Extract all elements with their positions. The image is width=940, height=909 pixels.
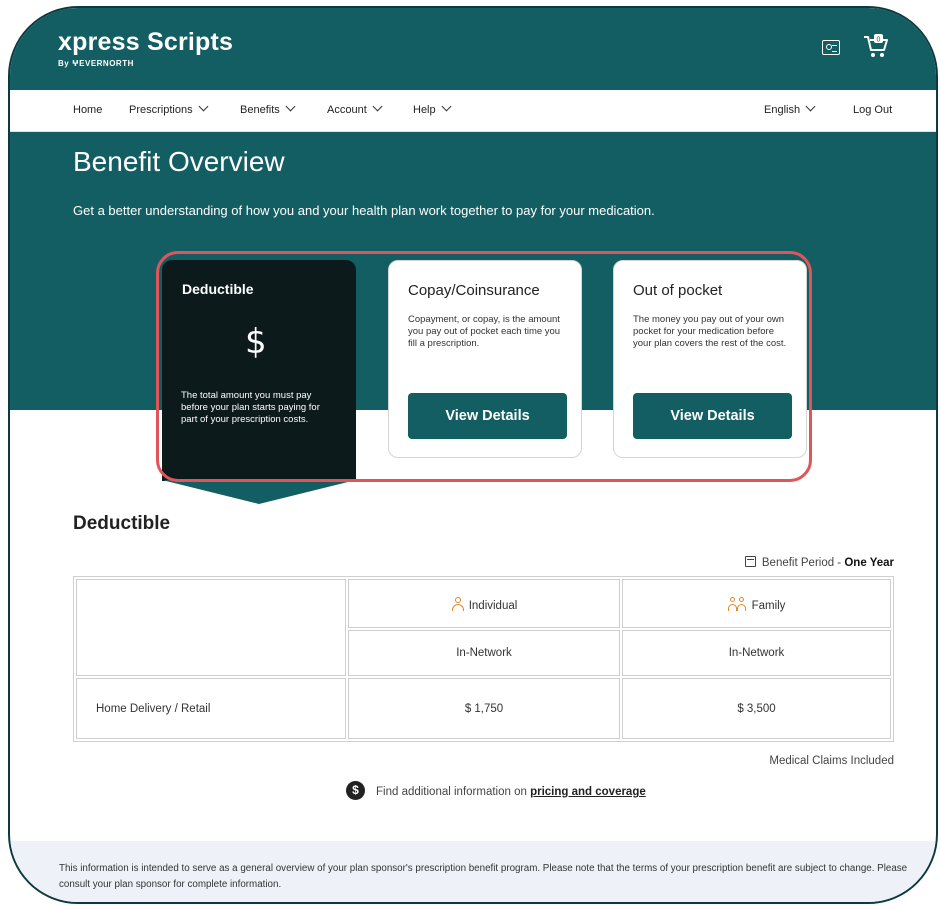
- table-cell-empty: [76, 579, 346, 676]
- page-title: Benefit Overview: [73, 146, 285, 177]
- chevron-down-icon: [441, 101, 452, 112]
- disclaimer-text: This information is intended to serve as…: [59, 863, 908, 890]
- language-label: English: [764, 104, 801, 116]
- column-individual: Individual: [348, 579, 620, 628]
- period-value: One Year: [844, 557, 894, 569]
- nav-home-label: Home: [73, 104, 103, 116]
- logo-name: xpress Scripts: [58, 28, 234, 56]
- chevron-down-icon: [372, 101, 383, 112]
- express-scripts-logo[interactable]: xpress Scripts By ⵖEVERNORTH: [58, 28, 233, 68]
- nav-help[interactable]: Help: [413, 101, 452, 116]
- claims-note: Medical Claims Included: [769, 755, 894, 767]
- additional-info: $ Find additional information on pricing …: [346, 781, 646, 801]
- deductible-heading: Deductible: [73, 513, 171, 534]
- network-cell: In-Network: [348, 630, 620, 676]
- deductible-table: Individual Family In-Network In-Network …: [73, 576, 894, 742]
- browser-frame: xpress Scripts By ⵖEVERNORTH 0 Home Pres…: [8, 6, 938, 904]
- highlight-outline: [156, 251, 812, 482]
- table-row: Home Delivery / Retail $ 1,750 $ 3,500: [76, 678, 891, 739]
- row-label: Home Delivery / Retail: [76, 678, 346, 739]
- logout-link[interactable]: Log Out: [853, 104, 892, 116]
- table-row: Individual Family: [76, 579, 891, 676]
- page: xpress Scripts By ⵖEVERNORTH 0 Home Pres…: [10, 8, 936, 902]
- cart-icon[interactable]: 0: [862, 32, 888, 58]
- chevron-down-icon: [805, 101, 816, 112]
- additional-text: Find additional information on: [376, 786, 531, 798]
- nav-prescriptions[interactable]: Prescriptions: [129, 101, 209, 116]
- nav-prescriptions-label: Prescriptions: [129, 104, 193, 116]
- network-cell: In-Network: [622, 630, 891, 676]
- nav-account[interactable]: Account: [327, 101, 383, 116]
- family-icon: [727, 597, 748, 611]
- family-amount: $ 3,500: [622, 678, 891, 739]
- cart-icon-svg: 0: [864, 34, 888, 57]
- site-header: xpress Scripts By ⵖEVERNORTH 0: [10, 8, 936, 90]
- column-family: Family: [622, 579, 891, 628]
- chevron-down-icon: [285, 101, 296, 112]
- person-icon: [451, 597, 465, 611]
- dollar-circle-icon: $: [346, 781, 365, 800]
- benefit-period: Benefit Period - One Year: [744, 555, 894, 569]
- calendar-icon: [744, 556, 756, 567]
- column-label: Family: [751, 600, 786, 612]
- individual-amount: $ 1,750: [348, 678, 620, 739]
- column-label: Individual: [468, 600, 518, 612]
- id-card-icon[interactable]: [822, 40, 840, 55]
- logo-sub: By ⵖEVERNORTH: [58, 59, 134, 68]
- logout-label: Log Out: [853, 104, 893, 116]
- nav-benefits-label: Benefits: [240, 104, 280, 116]
- disclaimer-section: This information is intended to serve as…: [10, 841, 936, 902]
- nav-home[interactable]: Home: [73, 104, 102, 116]
- nav-help-label: Help: [413, 104, 436, 116]
- nav-benefits[interactable]: Benefits: [240, 101, 296, 116]
- period-label: Benefit Period -: [761, 557, 845, 569]
- active-card-pointer: [162, 480, 356, 504]
- nav-account-label: Account: [327, 104, 367, 116]
- page-lead: Get a better understanding of how you an…: [73, 203, 655, 218]
- cart-count: 0: [877, 37, 881, 44]
- language-select[interactable]: English: [764, 101, 816, 116]
- pricing-coverage-link[interactable]: pricing and coverage: [530, 786, 646, 798]
- chevron-down-icon: [198, 101, 209, 112]
- main-nav: Home Prescriptions Benefits Account Help…: [10, 90, 936, 132]
